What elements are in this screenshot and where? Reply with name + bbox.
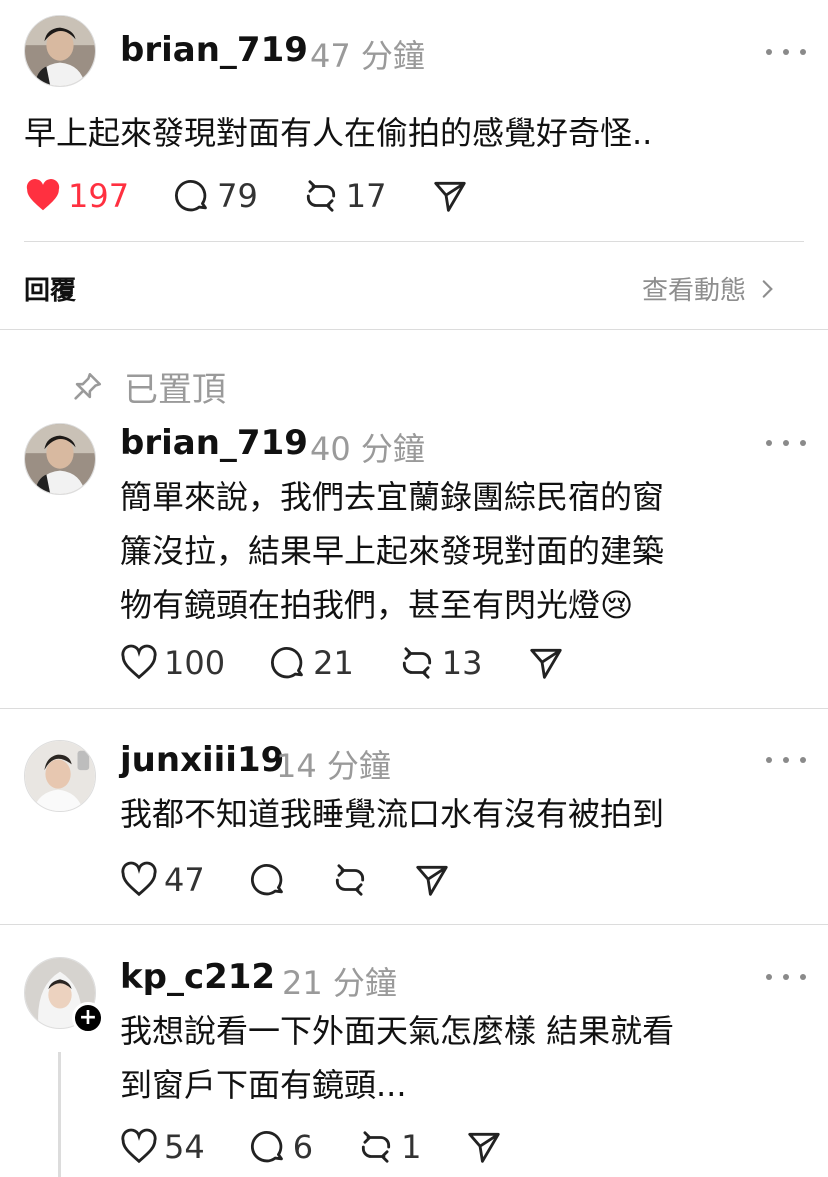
- post-text: 早上起來發現對面有人在偷拍的感覺好奇怪..: [24, 114, 653, 152]
- send-icon: [468, 1132, 501, 1163]
- repost-button[interactable]: 13: [398, 644, 483, 682]
- heart-icon: [121, 1128, 157, 1164]
- repost-count: 13: [441, 644, 483, 682]
- post-username[interactable]: brian_719: [120, 30, 308, 70]
- comment-bubble-icon: [250, 863, 283, 896]
- view-activity-label: 查看動態: [642, 276, 747, 306]
- repost-count: 1: [401, 1128, 422, 1166]
- more-dots-icon[interactable]: [766, 42, 806, 62]
- like-count: 47: [164, 861, 205, 899]
- reply-username[interactable]: junxiii19: [120, 740, 284, 780]
- repost-icon: [402, 647, 431, 679]
- repost-button[interactable]: 17: [302, 177, 387, 215]
- divider: [0, 924, 828, 925]
- avatar[interactable]: [24, 423, 96, 495]
- repost-icon: [335, 864, 364, 896]
- more-dots-icon[interactable]: [766, 967, 806, 987]
- like-count: 197: [68, 177, 130, 215]
- pinned-label: 已置頂: [124, 370, 226, 410]
- heart-icon: [26, 179, 60, 211]
- share-button[interactable]: [527, 644, 565, 682]
- comment-bubble-icon: [175, 179, 207, 212]
- comment-count: 21: [313, 644, 354, 682]
- repost-icon: [306, 180, 335, 212]
- comment-count: 6: [292, 1128, 314, 1166]
- send-icon: [416, 865, 448, 896]
- repost-count: 17: [345, 177, 387, 215]
- reply-username[interactable]: brian_719: [120, 423, 308, 463]
- comment-button[interactable]: [249, 861, 287, 899]
- divider: [0, 329, 828, 330]
- repost-button[interactable]: [331, 861, 369, 899]
- post-actions: 197 79 17: [24, 176, 513, 216]
- chevron-right-icon: [762, 279, 773, 298]
- comment-count: 79: [217, 177, 258, 215]
- more-dots-icon[interactable]: [766, 750, 806, 770]
- more-dots-icon[interactable]: [766, 433, 806, 453]
- reply-text-line: 簾沒拉，結果早上起來發現對面的建築: [120, 532, 665, 570]
- thread-page: brian_719 47 分鐘 早上起來發現對面有人在偷拍的感覺好奇怪.. 19…: [0, 0, 828, 1177]
- like-button[interactable]: 100: [120, 644, 225, 682]
- comment-bubble-icon: [250, 1130, 283, 1163]
- thread-line: [58, 1052, 61, 1177]
- comment-button[interactable]: 79: [173, 177, 258, 215]
- divider: [24, 241, 804, 242]
- plus-icon: +: [78, 1005, 98, 1030]
- reply-text-line: 我都不知道我睡覺流口水有沒有被拍到: [120, 795, 665, 833]
- avatar[interactable]: [24, 15, 96, 87]
- post-timestamp: 47 分鐘: [310, 37, 425, 75]
- reply-text-line: 到窗戶下面有鏡頭...: [120, 1066, 407, 1104]
- reply-actions: 54 6 1: [120, 1127, 547, 1167]
- divider: [0, 708, 828, 709]
- reply-timestamp: 40 分鐘: [310, 430, 425, 468]
- like-button[interactable]: 54: [120, 1128, 205, 1166]
- share-button[interactable]: [431, 177, 469, 215]
- like-button[interactable]: 47: [120, 861, 205, 899]
- repost-button[interactable]: 1: [357, 1128, 421, 1166]
- send-icon: [529, 648, 562, 679]
- reply-username[interactable]: kp_c212: [120, 957, 275, 997]
- comment-button[interactable]: 21: [269, 644, 354, 682]
- like-button[interactable]: 197: [24, 177, 129, 215]
- view-activity-link[interactable]: 查看動態: [642, 270, 780, 307]
- send-icon: [433, 181, 466, 212]
- heart-icon: [121, 644, 157, 680]
- repost-icon: [361, 1131, 391, 1163]
- like-count: 54: [164, 1128, 205, 1166]
- reply-text-line: 我想說看一下外面天氣怎麼樣 結果就看: [120, 1012, 675, 1050]
- reply-text: 我想說看一下外面天氣怎麼樣 結果就看 到窗戶下面有鏡頭...: [120, 1004, 674, 1112]
- pin-icon: [70, 370, 104, 404]
- follow-plus-button[interactable]: +: [72, 1002, 104, 1034]
- reply-actions: 47: [120, 860, 495, 900]
- reply-text: 簡單來說，我們去宜蘭錄團綜民宿的窗 簾沒拉，結果早上起來發現對面的建築 物有鏡頭…: [120, 470, 664, 632]
- reply-text-line: 簡單來說，我們去宜蘭錄團綜民宿的窗: [120, 478, 665, 516]
- reply-actions: 100 21 13: [120, 643, 609, 683]
- reply-timestamp: 14 分鐘: [276, 747, 391, 785]
- comment-bubble-icon: [271, 646, 303, 679]
- reply-text-line: 物有鏡頭在拍我們，甚至有閃光燈😢: [120, 586, 634, 624]
- pinned-indicator: 已置頂: [70, 362, 226, 411]
- reply-timestamp: 21 分鐘: [282, 964, 397, 1002]
- reply-text: 我都不知道我睡覺流口水有沒有被拍到: [120, 787, 664, 841]
- comment-button[interactable]: 6: [249, 1128, 313, 1166]
- share-button[interactable]: [465, 1128, 503, 1166]
- avatar[interactable]: [24, 740, 96, 812]
- heart-icon: [121, 861, 157, 897]
- like-count: 100: [164, 644, 226, 682]
- reply-label[interactable]: 回覆: [24, 270, 76, 307]
- share-button[interactable]: [413, 861, 451, 899]
